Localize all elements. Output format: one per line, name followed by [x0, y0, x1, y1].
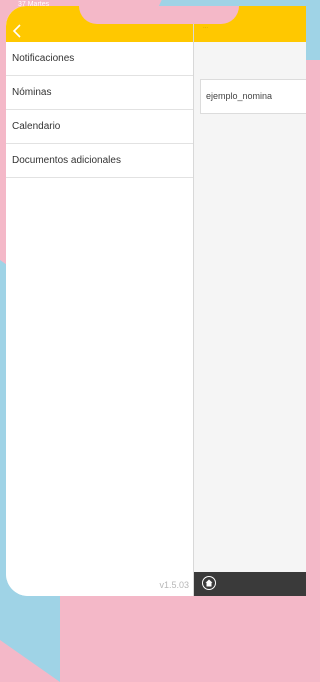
app-version: v1.5.03: [159, 580, 189, 590]
detail-title: ...: [203, 24, 209, 30]
document-item[interactable]: ejemplo_nomina: [200, 79, 306, 114]
home-button[interactable]: [202, 576, 216, 590]
home-icon: [205, 579, 213, 587]
back-button[interactable]: [12, 23, 28, 39]
tab-bar: [194, 572, 306, 596]
device-notch: [79, 6, 239, 24]
app-screen: Notificaciones Nóminas Calendario Docume…: [6, 6, 306, 596]
detail-panel: ... ejemplo_nomina: [194, 6, 306, 596]
menu-item-nominas[interactable]: Nóminas: [6, 76, 193, 110]
menu-item-documentos-adicionales[interactable]: Documentos adicionales: [6, 144, 193, 178]
side-menu: Notificaciones Nóminas Calendario Docume…: [6, 6, 194, 596]
menu-item-calendario[interactable]: Calendario: [6, 110, 193, 144]
menu-item-notificaciones[interactable]: Notificaciones: [6, 42, 193, 76]
chevron-left-icon: [12, 24, 21, 38]
